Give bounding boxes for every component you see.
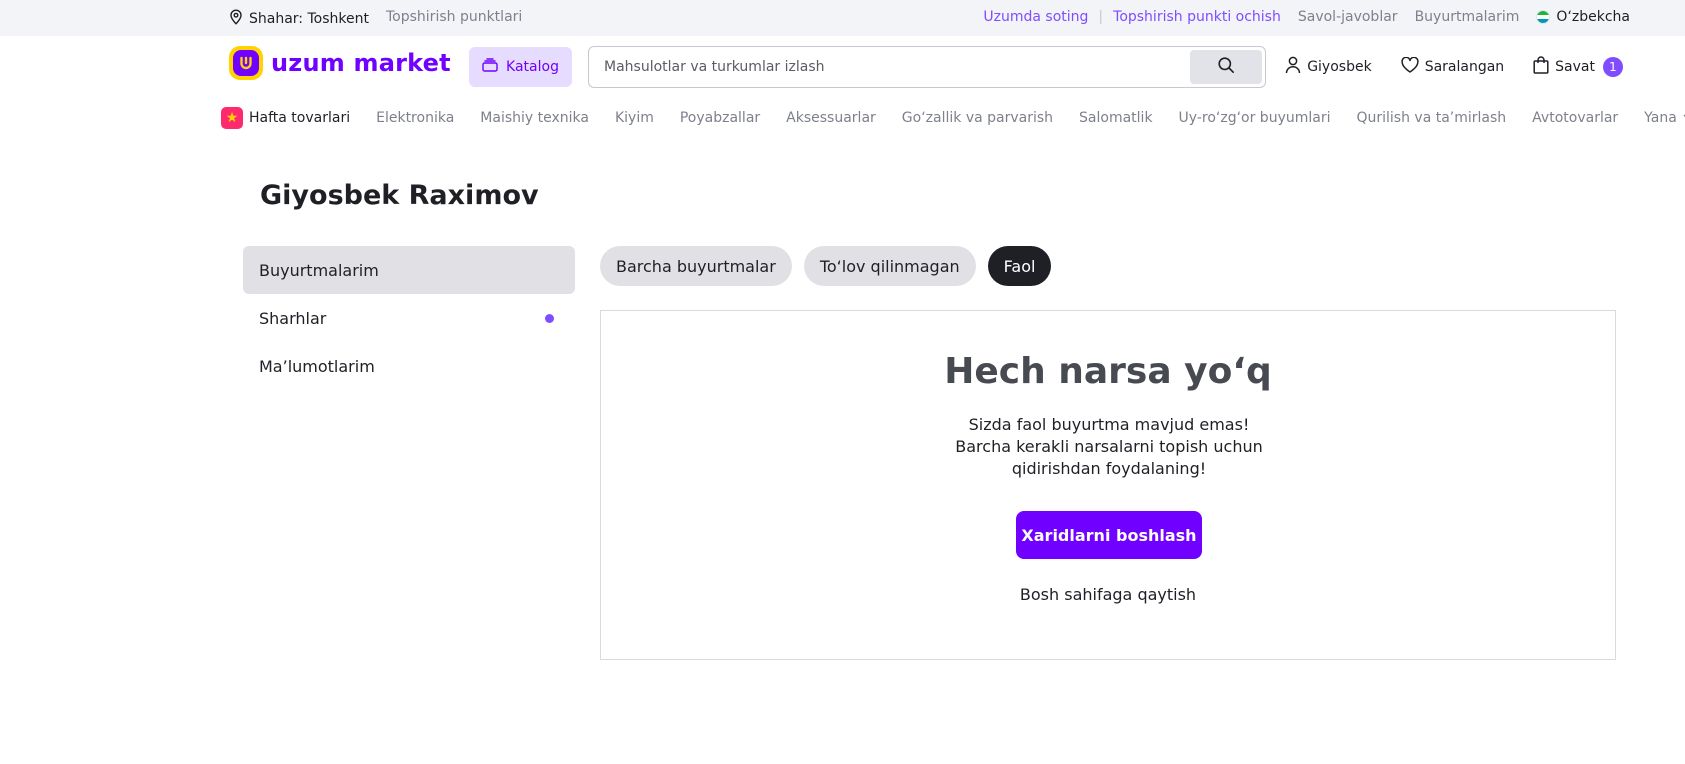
language-selector[interactable]: O‘zbekcha [1536,9,1630,25]
more-categories-button[interactable]: Yana [1644,110,1685,126]
page-title: Giyosbek Raximov [260,180,539,211]
open-pickup-point-link[interactable]: Topshirish punkti ochish [1113,9,1281,25]
weekly-products-label: Hafta tovarlari [249,110,351,126]
category-item[interactable]: Maishiy texnika [480,110,589,126]
catalog-label: Katalog [506,59,559,75]
search-bar [588,46,1266,88]
uzum-market-logo[interactable]: uzum market [229,46,451,80]
language-label: O‘zbekcha [1556,9,1630,25]
main-header: uzum market Katalog Giyosbek Saralangan [0,36,1685,98]
sidebar-item-label: Sharhlar [259,308,327,328]
notification-dot [545,314,554,323]
sidebar-item-reviews[interactable]: Sharhlar [243,294,575,342]
top-utility-bar: Shahar: Toshkent Topshirish punktlari Uz… [0,0,1685,36]
catalog-button[interactable]: Katalog [469,47,572,87]
category-item[interactable]: Aksessuarlar [786,110,876,126]
favorites-label: Saralangan [1424,59,1505,75]
favorites-button[interactable]: Saralangan [1401,56,1505,77]
order-filter-tabs: Barcha buyurtmalar To‘lov qilinmagan Fao… [600,246,1052,286]
search-button[interactable] [1190,50,1262,84]
shopping-bag-icon [1533,56,1549,78]
location-pin-icon [229,9,243,29]
search-icon [1217,56,1235,78]
cart-label: Savat [1555,59,1595,75]
tab-active[interactable]: Faol [987,246,1052,286]
tab-all-orders[interactable]: Barcha buyurtmalar [600,246,792,286]
category-item[interactable]: Elektronika [376,110,454,126]
empty-state-line: Sizda faol buyurtma mavjud emas! [968,415,1250,434]
more-label: Yana [1644,110,1677,126]
empty-orders-panel: Hech narsa yo‘q Sizda faol buyurtma mavj… [600,310,1616,660]
empty-state-title: Hech narsa yo‘q [944,351,1272,392]
catalog-icon [482,58,498,76]
sidebar-item-label: Ma’lumotlarim [259,356,375,376]
category-item[interactable]: Qurilish va ta’mirlash [1356,110,1506,126]
cart-button[interactable]: Savat 1 [1533,56,1623,78]
back-to-home-link[interactable]: Bosh sahifaga qaytish [601,585,1615,604]
sidebar-item-my-orders[interactable]: Buyurtmalarim [243,246,575,294]
star-icon: ★ [221,107,243,129]
topbar-links: Uzumda soting | Topshirish punkti ochish… [983,9,1630,25]
city-label: Shahar: Toshkent [249,11,369,27]
sidebar-item-label: Buyurtmalarim [259,260,379,280]
category-item[interactable]: Go‘zallik va parvarish [902,110,1053,126]
sell-on-uzum-link[interactable]: Uzumda soting [983,9,1088,25]
topbar-divider: | [1098,9,1104,25]
start-shopping-button[interactable]: Xaridlarni boshlash [1016,511,1202,559]
user-name-label: Giyosbek [1307,59,1372,75]
profile-sidebar: Buyurtmalarim Sharhlar Ma’lumotlarim [243,246,575,390]
pickup-points-link[interactable]: Topshirish punktlari [386,9,522,25]
logo-text: uzum market [271,49,451,77]
category-nav: ★ Hafta tovarlari Elektronika Maishiy te… [221,104,1685,132]
faq-link[interactable]: Savol-javoblar [1298,9,1398,25]
user-profile-button[interactable]: Giyosbek [1285,56,1372,78]
category-item[interactable]: Uy-ro‘zg‘or buyumlari [1179,110,1331,126]
uzbekistan-flag-icon [1536,10,1551,24]
category-weekly-products[interactable]: ★ Hafta tovarlari [221,107,350,129]
category-item[interactable]: Kiyim [615,110,654,126]
tab-unpaid[interactable]: To‘lov qilinmagan [803,246,976,286]
category-item[interactable]: Salomatlik [1079,110,1153,126]
cart-count-badge: 1 [1603,57,1623,77]
category-item[interactable]: Poyabzallar [680,110,760,126]
city-selector[interactable]: Shahar: Toshkent [229,9,369,29]
empty-state-line: Barcha kerakli narsalarni topish uchun q… [955,437,1263,478]
header-actions: Giyosbek Saralangan Savat 1 [1256,56,1623,78]
sidebar-item-my-info[interactable]: Ma’lumotlarim [243,342,575,390]
user-icon [1285,56,1301,78]
uzum-logo-icon [229,46,263,80]
empty-state-message: Sizda faol buyurtma mavjud emas! Barcha … [909,414,1309,480]
category-item[interactable]: Avtotovarlar [1532,110,1618,126]
my-orders-link[interactable]: Buyurtmalarim [1415,9,1520,25]
heart-icon [1401,56,1419,77]
search-input[interactable] [589,47,1190,87]
